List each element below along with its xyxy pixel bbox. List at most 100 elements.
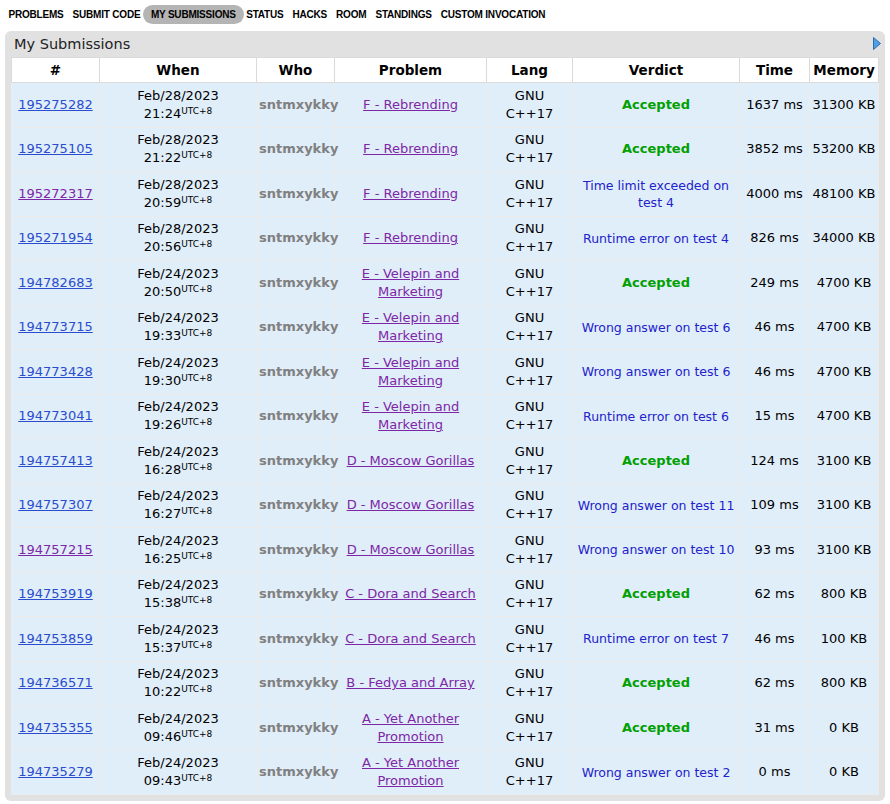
submission-id-cell: 194773041 [12, 394, 100, 439]
submission-id-link[interactable]: 194753859 [18, 631, 92, 646]
submission-id-cell: 194757413 [12, 439, 100, 484]
submission-id-link[interactable]: 195271954 [18, 230, 92, 245]
submission-id-cell: 194735355 [12, 706, 100, 751]
submission-exec-time: 109 ms [740, 483, 810, 528]
submission-id-link[interactable]: 195272317 [18, 186, 92, 201]
problem-link[interactable]: F - Rebrending [363, 186, 458, 201]
table-header-row: # When Who Problem Lang Verdict Time Mem… [12, 58, 879, 83]
submission-time: 20:50UTC+8 [102, 283, 254, 301]
problem-link[interactable]: E - Velepin and Marketing [362, 310, 459, 343]
lang-label: GNU C++17 [502, 576, 558, 612]
timezone-label: UTC+8 [181, 195, 212, 205]
timezone-label: UTC+8 [181, 595, 212, 605]
submission-date: Feb/24/2023 [102, 487, 254, 505]
nav-item-hacks[interactable]: HACKS [288, 5, 332, 24]
submission-when-cell: Feb/24/202315:38UTC+8 [100, 572, 257, 617]
submission-id-link[interactable]: 194753919 [18, 586, 92, 601]
submission-row: 194757215Feb/24/202316:25UTC+8sntmxykkyD… [12, 528, 879, 573]
submission-time: 10:22UTC+8 [102, 683, 254, 701]
lang-label: GNU C++17 [502, 665, 558, 701]
submission-author: sntmxykky [257, 750, 335, 795]
submission-time: 19:30UTC+8 [102, 372, 254, 390]
verdict-label: Accepted [622, 141, 690, 156]
timezone-label: UTC+8 [181, 417, 212, 427]
expand-arrow-icon[interactable] [873, 37, 881, 50]
lang-label: GNU C++17 [502, 398, 558, 434]
submission-when-cell: Feb/28/202321:22UTC+8 [100, 127, 257, 172]
timezone-label: UTC+8 [181, 773, 212, 783]
submission-memory: 34000 KB [810, 216, 879, 261]
verdict-label: Runtime error on test 6 [583, 409, 729, 424]
nav-item-submit-code[interactable]: SUBMIT CODE [68, 5, 145, 24]
problem-link[interactable]: B - Fedya and Array [346, 675, 474, 690]
problem-link[interactable]: E - Velepin and Marketing [362, 399, 459, 432]
lang-label: GNU C++17 [502, 754, 558, 790]
submission-id-link[interactable]: 194773715 [18, 319, 92, 334]
submission-verdict: Runtime error on test 4 [573, 216, 740, 261]
problem-link[interactable]: D - Moscow Gorillas [347, 542, 475, 557]
submission-id-cell: 194757307 [12, 483, 100, 528]
timezone-label: UTC+8 [181, 462, 212, 472]
submission-lang: GNU C++17 [487, 172, 573, 217]
submission-verdict: Wrong answer on test 11 [573, 483, 740, 528]
submission-time: 16:27UTC+8 [102, 505, 254, 523]
submission-author: sntmxykky [257, 83, 335, 128]
submission-memory: 0 KB [810, 706, 879, 751]
nav-item-status[interactable]: STATUS [242, 5, 288, 24]
timezone-label: UTC+8 [181, 684, 212, 694]
submission-date: Feb/28/2023 [102, 87, 254, 105]
submission-row: 194782683Feb/24/202320:50UTC+8sntmxykkyE… [12, 261, 879, 306]
submission-id-link[interactable]: 194757215 [18, 542, 92, 557]
submission-id-cell: 194735279 [12, 750, 100, 795]
nav-item-custom-invocation[interactable]: CUSTOM INVOCATION [436, 5, 550, 24]
problem-link[interactable]: C - Dora and Search [345, 631, 476, 646]
submission-time: 16:28UTC+8 [102, 461, 254, 479]
problem-link[interactable]: E - Velepin and Marketing [362, 355, 459, 388]
nav-item-my-submissions[interactable]: MY SUBMISSIONS [143, 5, 244, 24]
timezone-label: UTC+8 [181, 284, 212, 294]
submission-row: 194735355Feb/24/202309:46UTC+8sntmxykkyA… [12, 706, 879, 751]
nav-item-problems[interactable]: PROBLEMS [4, 5, 68, 24]
submission-time: 09:43UTC+8 [102, 772, 254, 790]
problem-link[interactable]: D - Moscow Gorillas [347, 453, 475, 468]
submission-date: Feb/24/2023 [102, 354, 254, 372]
problem-link[interactable]: A - Yet Another Promotion [362, 755, 459, 788]
submission-id-cell: 194753859 [12, 617, 100, 662]
submission-id-link[interactable]: 194773428 [18, 364, 92, 379]
submission-id-link[interactable]: 194773041 [18, 408, 92, 423]
submission-id-link[interactable]: 195275105 [18, 141, 92, 156]
submissions-table: # When Who Problem Lang Verdict Time Mem… [11, 57, 879, 795]
submission-id-link[interactable]: 194735279 [18, 764, 92, 779]
problem-link[interactable]: F - Rebrending [363, 97, 458, 112]
problem-link[interactable]: E - Velepin and Marketing [362, 266, 459, 299]
problem-link[interactable]: C - Dora and Search [345, 586, 476, 601]
submission-date: Feb/24/2023 [102, 621, 254, 639]
submission-author: sntmxykky [257, 572, 335, 617]
submission-id-link[interactable]: 194757413 [18, 453, 92, 468]
problem-link[interactable]: A - Yet Another Promotion [362, 711, 459, 744]
timezone-label: UTC+8 [181, 150, 212, 160]
submission-exec-time: 46 ms [740, 305, 810, 350]
verdict-label: Accepted [622, 453, 690, 468]
nav-item-room[interactable]: ROOM [332, 5, 371, 24]
submission-when-cell: Feb/24/202316:27UTC+8 [100, 483, 257, 528]
problem-link[interactable]: F - Rebrending [363, 141, 458, 156]
submission-problem-cell: E - Velepin and Marketing [335, 394, 487, 439]
submission-problem-cell: E - Velepin and Marketing [335, 261, 487, 306]
problem-link[interactable]: F - Rebrending [363, 230, 458, 245]
col-header-problem: Problem [335, 58, 487, 83]
submission-row: 194736571Feb/24/202310:22UTC+8sntmxykkyB… [12, 661, 879, 706]
submission-id-link[interactable]: 194735355 [18, 720, 92, 735]
submission-id-link[interactable]: 194736571 [18, 675, 92, 690]
submission-memory: 0 KB [810, 750, 879, 795]
problem-link[interactable]: D - Moscow Gorillas [347, 497, 475, 512]
submission-author: sntmxykky [257, 661, 335, 706]
nav-item-standings[interactable]: STANDINGS [371, 5, 436, 24]
submission-id-link[interactable]: 194782683 [18, 275, 92, 290]
submission-author: sntmxykky [257, 483, 335, 528]
submission-exec-time: 31 ms [740, 706, 810, 751]
submission-id-link[interactable]: 194757307 [18, 497, 92, 512]
submission-id-link[interactable]: 195275282 [18, 97, 92, 112]
lang-label: GNU C++17 [502, 220, 558, 256]
verdict-label: Wrong answer on test 10 [578, 542, 735, 557]
